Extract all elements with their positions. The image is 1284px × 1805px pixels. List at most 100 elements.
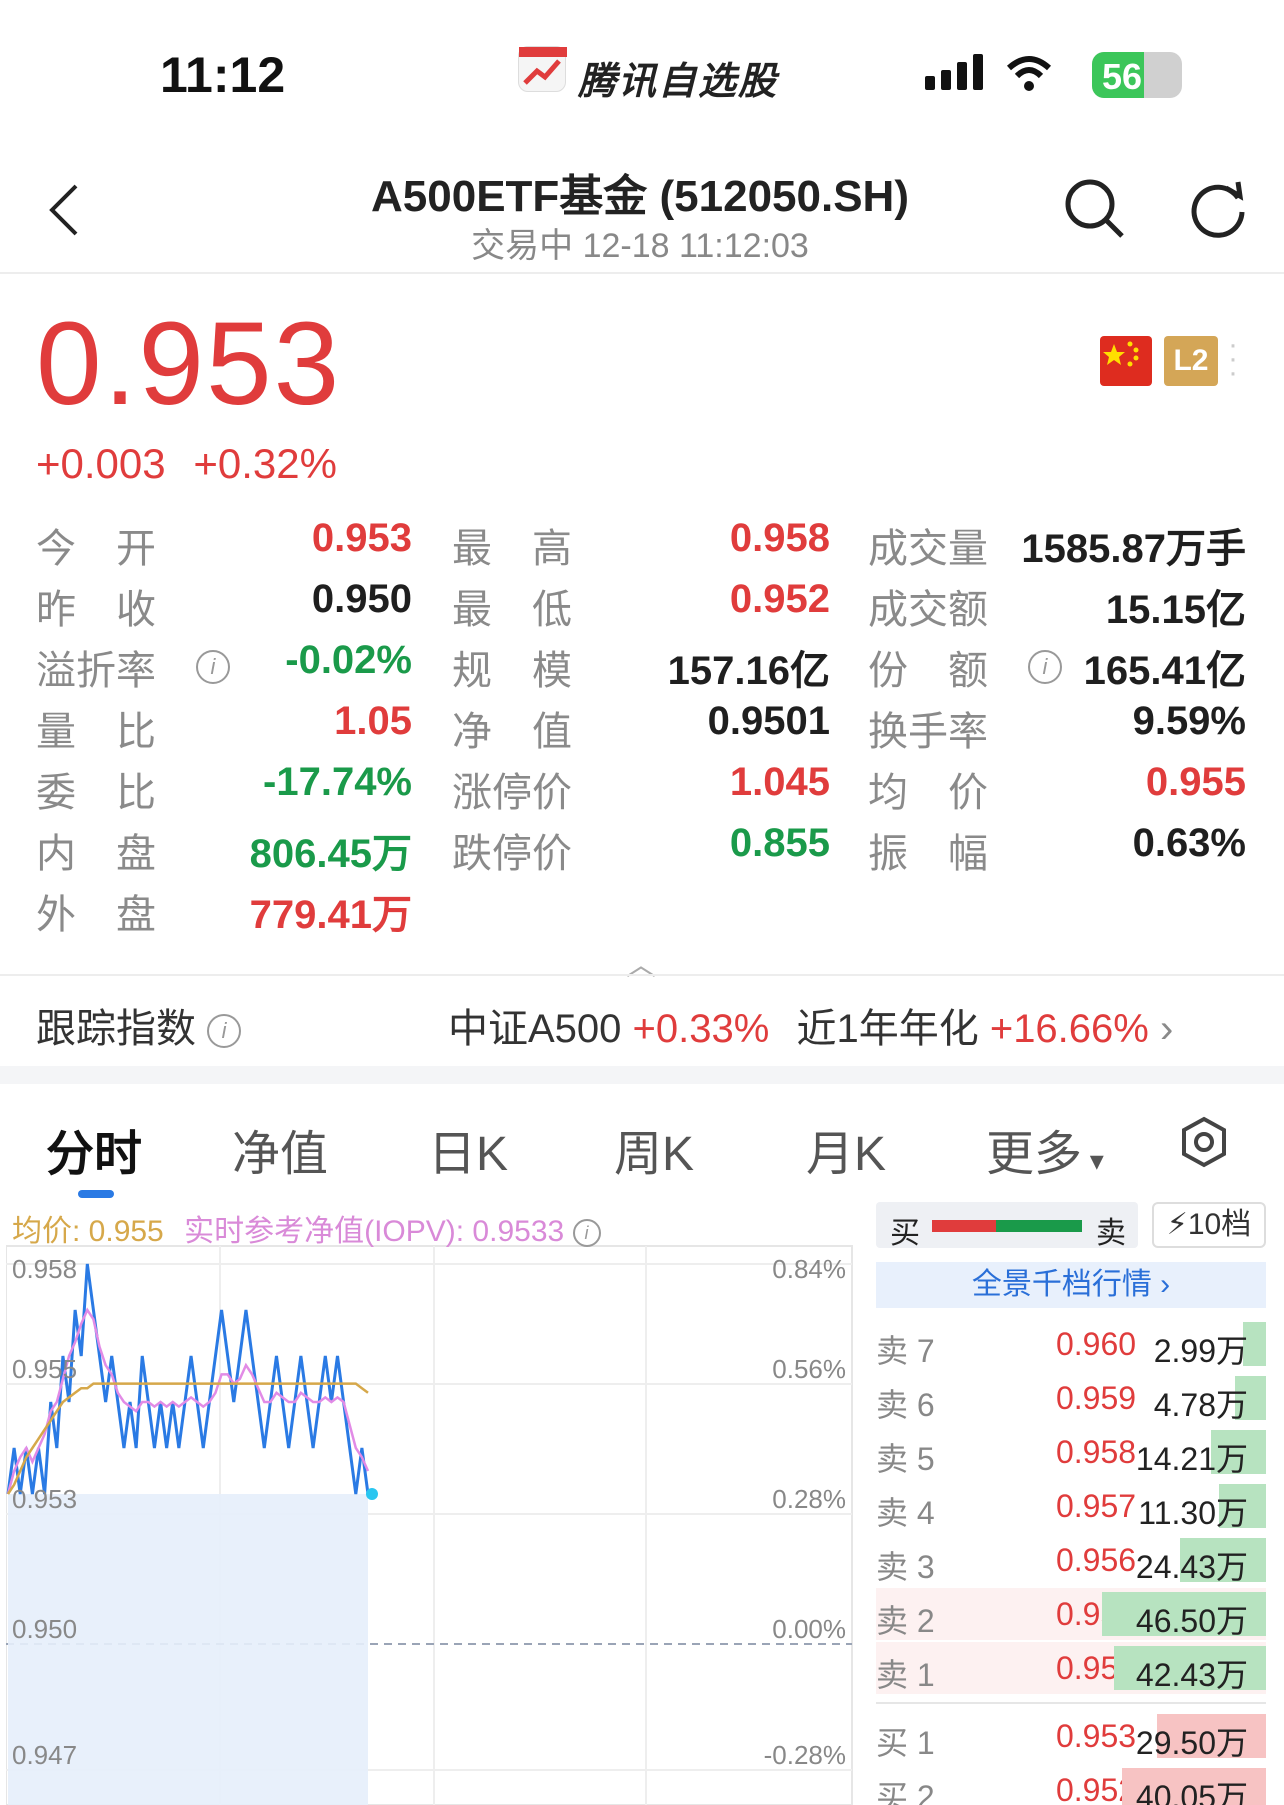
l2-badge[interactable]: L2 (1164, 336, 1218, 386)
stat-label: 成交量 (868, 527, 988, 571)
info-icon[interactable]: i (207, 1014, 242, 1049)
stat-value: 779.41万 (249, 893, 412, 937)
stat-label: 振 幅 (868, 832, 988, 876)
china-flag-icon[interactable] (1100, 336, 1152, 386)
tab-weekly-k[interactable]: 周K (614, 1114, 694, 1184)
y-tick-left: 0.947 (12, 1740, 77, 1770)
stat-value: 0.955 (1145, 760, 1246, 804)
y-tick-right: 0.84% (772, 1254, 846, 1284)
bid-label: 买 2 (876, 1779, 935, 1805)
info-icon[interactable]: i (196, 650, 230, 684)
stat-value: -17.74% (263, 760, 412, 804)
y-tick-right: 0.56% (772, 1354, 846, 1384)
ask-level-row[interactable]: 卖 5 0.958 14.21万 (876, 1426, 1266, 1478)
ask-label: 卖 1 (876, 1657, 935, 1693)
app-logo-icon (518, 46, 567, 92)
stat-value: 0.63% (1132, 821, 1246, 865)
levels-toggle-button[interactable]: ⚡10档 (1152, 1202, 1266, 1248)
stat-label: 内 盘 (36, 832, 156, 876)
stat-label: 换手率 (868, 710, 988, 754)
stats-row: 委 比 -17.74% 涨停价 1.045 均 价 0.955 (0, 760, 1284, 821)
stats-row: 内 盘 806.45万 跌停价 0.855 振 幅 0.63% (0, 821, 1284, 882)
ask-level-row[interactable]: 卖 2 0.955 46.50万 (876, 1588, 1266, 1640)
tab-daily-k[interactable]: 日K (428, 1114, 508, 1184)
tab-nav[interactable]: 净值 (232, 1114, 328, 1184)
stats-divider (0, 974, 1284, 976)
tab-more[interactable]: 更多 ▾ (986, 1114, 1104, 1184)
sell-bar (996, 1220, 1082, 1232)
ask-volume: 24.43万 (1135, 1549, 1248, 1585)
stats-row: 外 盘 779.41万 (0, 882, 1284, 943)
ask-label: 卖 6 (876, 1387, 935, 1423)
ask-level-row[interactable]: 卖 4 0.957 11.30万 (876, 1480, 1266, 1532)
tracking-index-row[interactable]: 中证A500 +0.33% 近1年年化 +16.66% › (448, 996, 1173, 1054)
back-icon[interactable] (44, 180, 84, 245)
stat-value: 0.952 (729, 577, 830, 621)
ask-level-row[interactable]: 卖 1 0.954 42.43万 (876, 1642, 1266, 1694)
change-amount: +0.003 (36, 440, 166, 487)
lightning-icon: ⚡ (1166, 1208, 1188, 1241)
tab-intraday[interactable]: 分时 (46, 1114, 142, 1184)
stat-value: -0.02% (285, 638, 412, 682)
iopv-legend: 实时参考净值(IOPV): 0.9533 (184, 1215, 565, 1248)
stat-value: 0.950 (311, 577, 412, 621)
ask-label: 卖 3 (876, 1549, 935, 1585)
refresh-icon[interactable] (1186, 176, 1252, 247)
active-tab-indicator (78, 1190, 114, 1198)
ask-volume: 4.78万 (1153, 1387, 1248, 1423)
section-separator (0, 1066, 1284, 1084)
tab-monthly-k[interactable]: 月K (806, 1114, 886, 1184)
stat-value: 0.953 (311, 516, 412, 560)
price-change: +0.003 +0.32% (36, 440, 337, 488)
stat-label: 外 盘 (36, 893, 156, 937)
panorama-orderbook-link[interactable]: 全景千档行情 › (876, 1262, 1266, 1308)
collapse-chevron-icon[interactable]: ︿ (626, 940, 656, 984)
stat-label: 跌停价 (452, 832, 572, 876)
info-icon[interactable]: i (572, 1219, 601, 1248)
bid-level-row[interactable]: 买 1 0.953 29.50万 (876, 1710, 1266, 1762)
avg-price-legend: 均价: 0.955 (12, 1215, 164, 1248)
cellular-signal-icon (925, 54, 1065, 99)
y-tick-right: 0.00% (772, 1614, 846, 1644)
ask-volume: 42.43万 (1135, 1657, 1248, 1693)
bid-label: 买 1 (876, 1725, 935, 1761)
stat-value: 165.41亿 (1083, 649, 1246, 693)
stat-label: 均 价 (868, 771, 988, 815)
trading-status: 交易中 12-18 11:12:03 (471, 227, 809, 265)
chart-settings-icon[interactable] (1178, 1116, 1230, 1173)
ask-volume: 14.21万 (1135, 1441, 1248, 1477)
y-tick-left: 0.958 (12, 1254, 77, 1284)
sell-label: 卖 (1096, 1217, 1126, 1250)
y-tick-right: 0.28% (772, 1484, 846, 1514)
bid-volume: 29.50万 (1135, 1725, 1248, 1761)
ask-level-row[interactable]: 卖 7 0.960 2.99万 (876, 1318, 1266, 1370)
ask-label: 卖 2 (876, 1603, 935, 1639)
info-icon[interactable]: i (1028, 650, 1062, 684)
bid-volume: 40.05万 (1135, 1779, 1248, 1805)
y-tick-left: 0.950 (12, 1614, 77, 1644)
chevron-right-icon: › (1159, 1007, 1174, 1051)
stat-value: 9.59% (1132, 699, 1246, 743)
stat-label: 最 高 (452, 527, 572, 571)
intraday-chart[interactable]: 0.958 0.955 0.953 0.950 0.947 0.84% 0.56% 0.28%… (5, 1200, 856, 1805)
stat-label: 净 值 (452, 710, 572, 754)
index-name: 中证A500 (448, 1007, 622, 1051)
y-tick-left: 0.955 (12, 1354, 77, 1384)
ask-level-row[interactable]: 卖 3 0.956 24.43万 (876, 1534, 1266, 1586)
buy-sell-ratio: 买 卖 (876, 1202, 1138, 1250)
ask-label: 卖 5 (876, 1441, 935, 1477)
stat-value: 15.15亿 (1105, 588, 1246, 632)
buy-label: 买 (890, 1217, 920, 1250)
stat-label: 今 开 (36, 527, 156, 571)
ask-volume: 11.30万 (1138, 1495, 1248, 1531)
stat-label: 规 模 (452, 649, 572, 693)
battery-level: 56 (1102, 56, 1143, 97)
stats-row: 今 开 0.953 最 高 0.958 成交量 1585.87万手 (0, 516, 1284, 577)
ask-level-row[interactable]: 卖 6 0.959 4.78万 (876, 1372, 1266, 1424)
stat-label: 昨 收 (36, 588, 156, 632)
search-icon[interactable] (1062, 176, 1128, 247)
ask-label: 卖 4 (876, 1495, 935, 1531)
bid-level-row[interactable]: 买 2 0.952 40.05万 (876, 1764, 1266, 1805)
more-vertical-icon[interactable]: · · · (1228, 330, 1238, 388)
stats-row: 量 比 1.05 净 值 0.9501 换手率 9.59% (0, 699, 1284, 760)
